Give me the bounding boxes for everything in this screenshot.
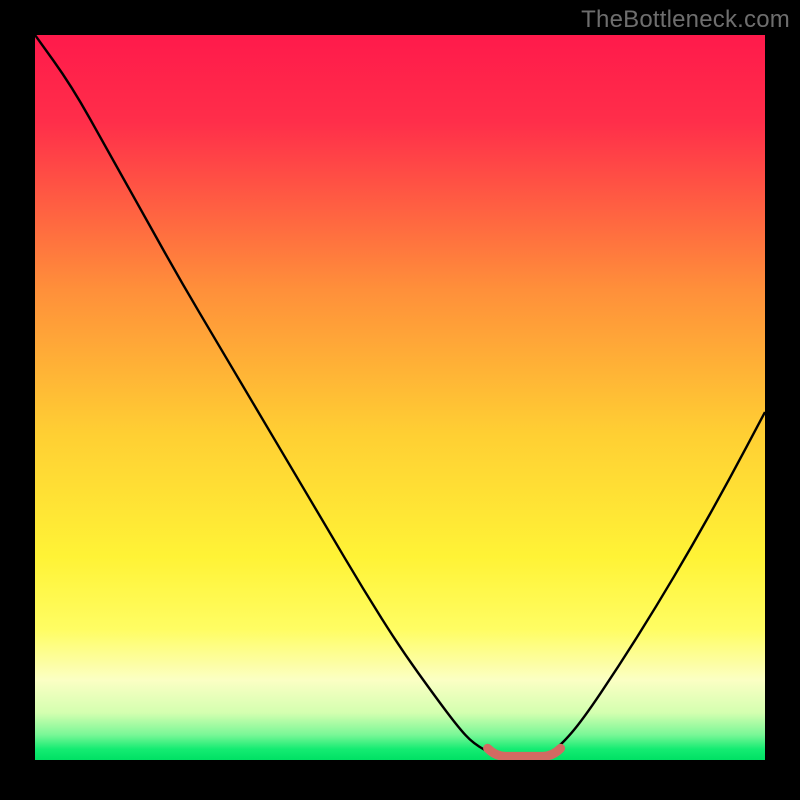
chart-frame: TheBottleneck.com	[0, 0, 800, 800]
gradient-background	[35, 35, 765, 760]
plot-area	[35, 35, 765, 760]
attribution-label: TheBottleneck.com	[581, 6, 790, 34]
bottleneck-chart	[35, 35, 765, 760]
